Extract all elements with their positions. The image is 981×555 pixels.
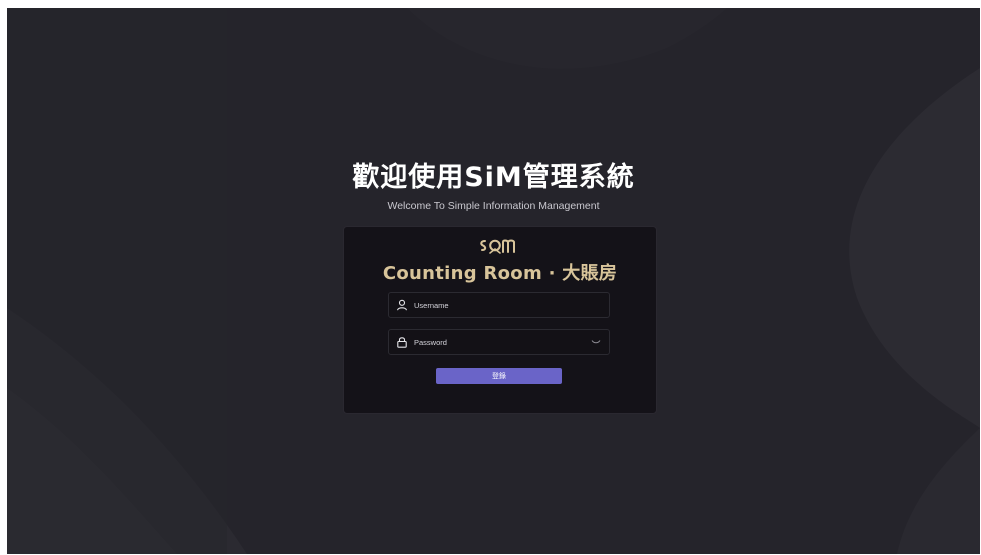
password-field [388,329,610,355]
password-input[interactable] [414,337,589,347]
login-card: Counting Room · 大賬房 Username 登錄 [343,226,657,414]
username-field [388,292,610,318]
page-title: 歡迎使用SiM管理系統 [352,162,635,193]
lock-icon [395,335,409,349]
page-subtitle: Welcome To Simple Information Management [387,200,600,212]
sim-logo-icon [480,239,515,254]
hero: 歡迎使用SiM管理系統 Welcome To Simple Informatio… [7,160,980,212]
username-input[interactable] [414,300,609,310]
login-button[interactable]: 登錄 [436,368,562,384]
brand-name: Counting Room · 大賬房 [382,263,618,284]
user-icon [395,298,409,312]
eye-closed-icon[interactable] [589,336,603,348]
login-screen: 歡迎使用SiM管理系統 Welcome To Simple Informatio… [7,8,980,554]
